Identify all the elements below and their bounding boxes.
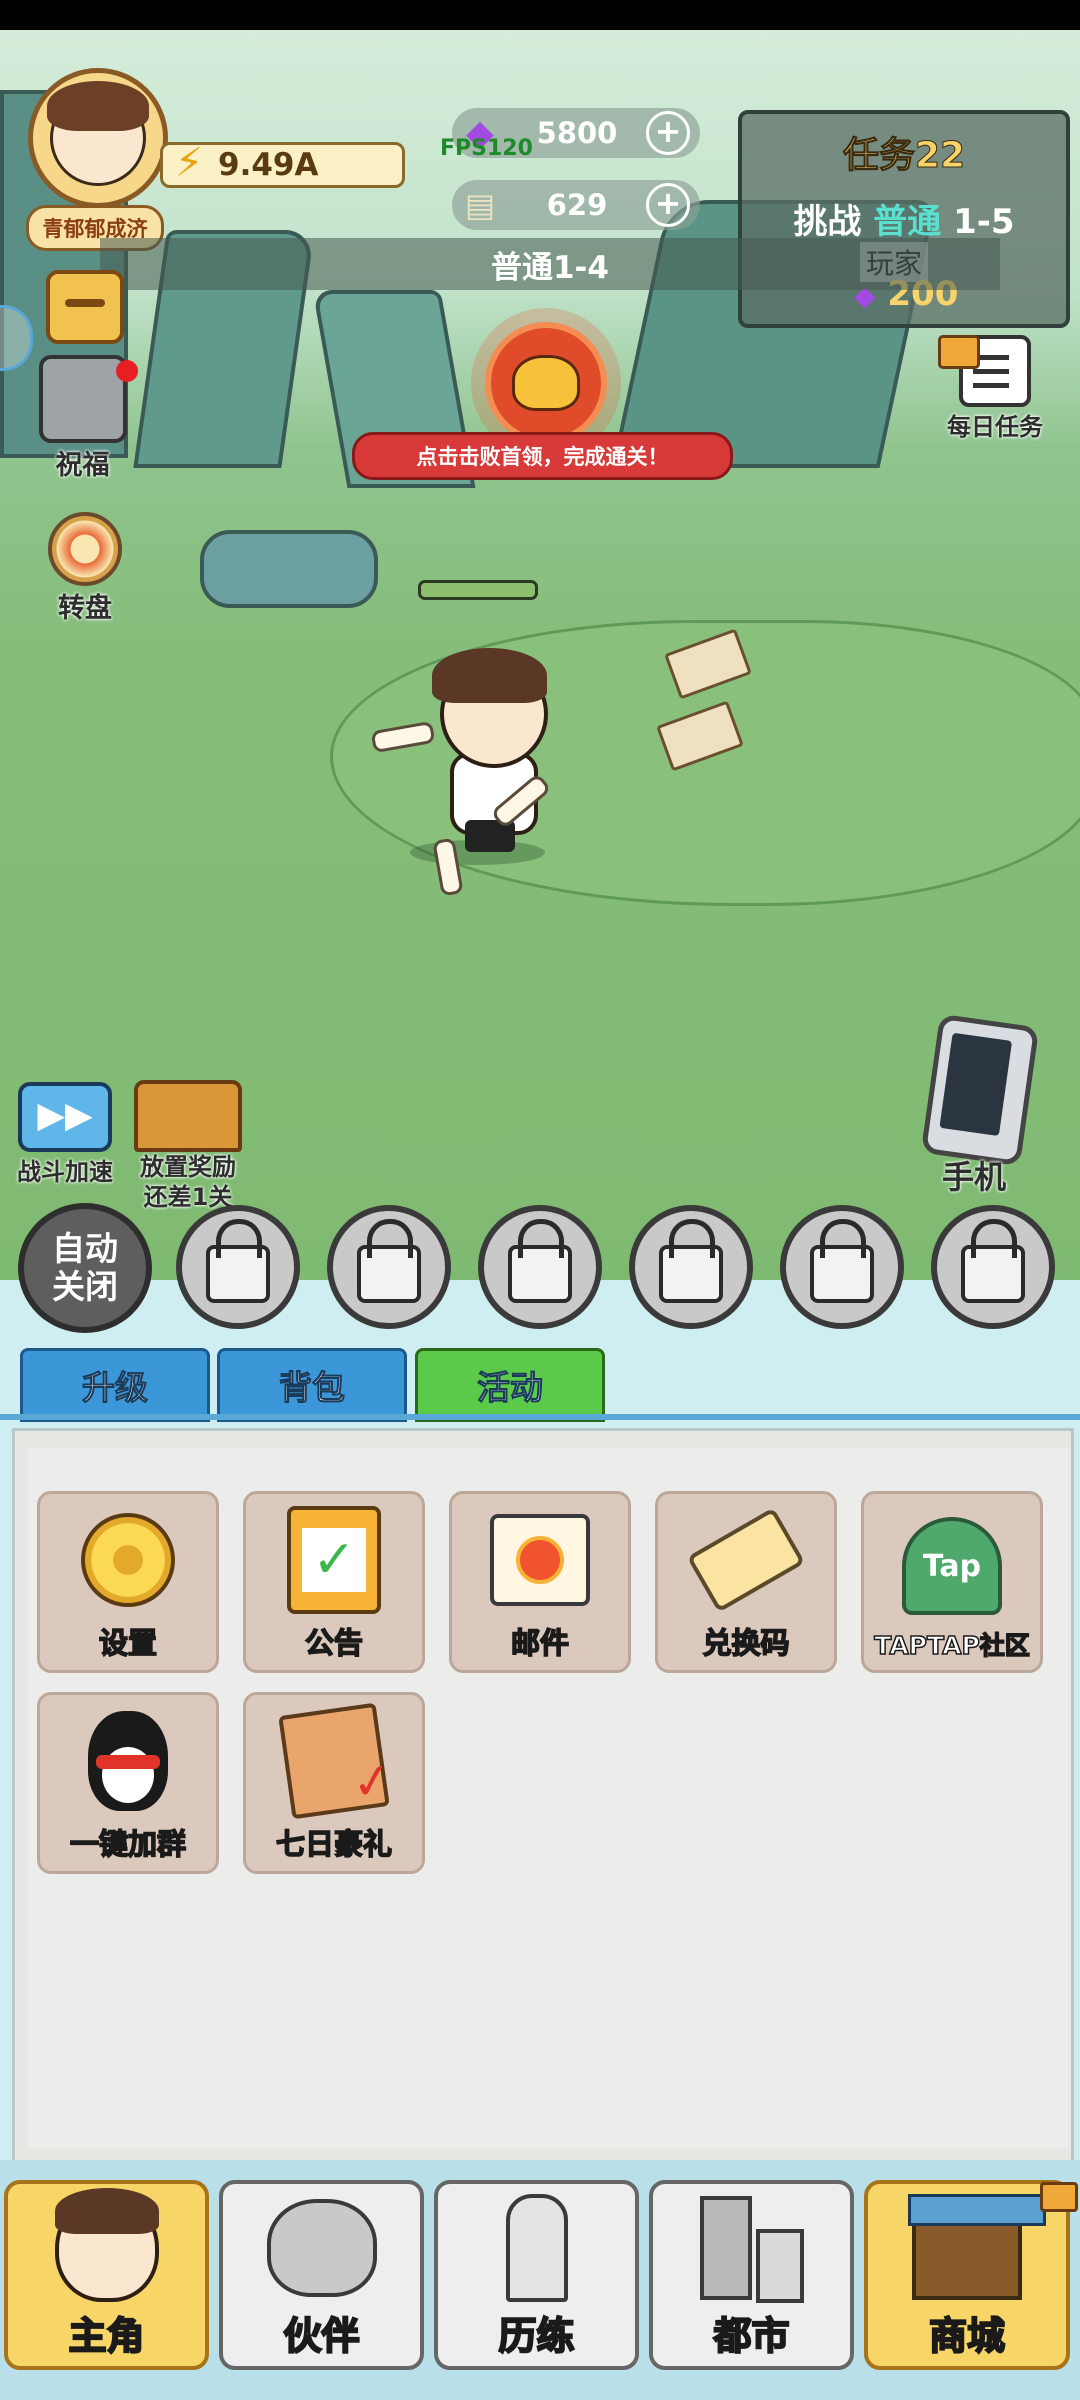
gear-icon — [78, 1510, 178, 1610]
fast-forward-icon: ▶▶ — [18, 1082, 112, 1152]
player-avatar[interactable] — [28, 68, 168, 208]
wheel-icon — [48, 512, 122, 586]
lock-icon — [659, 1219, 723, 1303]
phone-icon[interactable] — [920, 1013, 1040, 1167]
treasure-chest-icon — [134, 1080, 242, 1152]
announcement-button[interactable]: ✓ 公告 — [243, 1491, 425, 1673]
fps-counter: FPS120 — [440, 136, 533, 161]
nav-hero[interactable]: 主角 — [4, 2180, 209, 2370]
cash-count: 629 — [546, 188, 608, 222]
tombstone-icon — [482, 2193, 592, 2303]
hero-face-icon — [52, 2188, 162, 2303]
redeem-code-label: 兑换码 — [702, 1625, 791, 1661]
auto-toggle-button[interactable]: 自动 关闭 — [18, 1203, 152, 1333]
mail-label: 邮件 — [510, 1625, 570, 1661]
lock-icon — [357, 1219, 421, 1303]
cash-resource: ▤ 629 + — [452, 180, 700, 230]
wheel-label: 转盘 — [58, 593, 112, 624]
nav-partner-label: 伙伴 — [282, 2313, 360, 2359]
wheel-button[interactable]: 转盘 — [40, 512, 130, 625]
hero-hair — [432, 648, 547, 703]
nav-shop-label: 商城 — [928, 2313, 1006, 2359]
nav-city-label: 都市 — [712, 2313, 790, 2359]
boss-icon — [512, 355, 580, 411]
status-bar — [0, 0, 1080, 30]
locked-skill-slot[interactable] — [780, 1205, 904, 1329]
video-ad-icon — [1040, 2182, 1078, 2212]
seven-day-gift-label: 七日豪礼 — [275, 1826, 393, 1862]
locked-skill-slot[interactable] — [327, 1205, 451, 1329]
cat-icon — [266, 2193, 377, 2303]
locked-skill-slot[interactable] — [629, 1205, 753, 1329]
idle-reward-button[interactable]: 放置奖励 还差1关 — [128, 1080, 248, 1212]
hero-hp-bar — [418, 580, 538, 600]
shop-stall-icon — [908, 2193, 1046, 2303]
join-group-button[interactable]: 一键加群 — [37, 1692, 219, 1874]
task-challenge: 挑战 普通 1-5 — [793, 202, 1015, 242]
gold-icon: ⚡ — [174, 140, 204, 186]
locked-skill-slot[interactable] — [931, 1205, 1055, 1329]
stage-label: 普通1-4 — [100, 238, 1000, 290]
lock-icon — [508, 1219, 572, 1303]
envelope-icon — [490, 1510, 590, 1610]
idle-reward-line1: 放置奖励 — [140, 1153, 236, 1181]
tab-divider — [0, 1414, 1080, 1420]
nav-hero-label: 主角 — [67, 2313, 145, 2359]
locked-skill-slot[interactable] — [176, 1205, 300, 1329]
taptap-mountain-icon: Tap — [902, 1516, 1002, 1616]
tab-upgrade[interactable]: 升级 — [20, 1348, 210, 1422]
add-gems-button[interactable]: + — [646, 111, 690, 155]
join-group-label: 一键加群 — [69, 1826, 187, 1862]
lock-icon — [961, 1219, 1025, 1303]
penguin-icon — [78, 1711, 178, 1811]
tab-backpack[interactable]: 背包 — [217, 1348, 407, 1422]
cash-icon: ▤ — [464, 186, 496, 224]
blessing-label: 祝福 — [55, 450, 110, 481]
battle-speed-button[interactable]: ▶▶ 战斗加速 — [10, 1082, 120, 1187]
clipboard-check-icon: ✓ — [284, 1506, 384, 1614]
mail-button[interactable]: 邮件 — [449, 1491, 631, 1673]
nav-training-label: 历练 — [497, 2313, 575, 2359]
settings-label: 设置 — [98, 1625, 158, 1661]
rock-decoration — [200, 530, 378, 608]
add-cash-button[interactable]: + — [646, 183, 690, 227]
nav-city[interactable]: 都市 — [649, 2180, 854, 2370]
buildings-icon — [697, 2193, 807, 2303]
locked-skill-slot[interactable] — [478, 1205, 602, 1329]
seven-day-gift-button[interactable]: ✓ 七日豪礼 — [243, 1692, 425, 1874]
boss-banner[interactable]: 点击击败首领，完成通关！ — [352, 432, 733, 480]
lock-icon — [810, 1219, 874, 1303]
video-ad-icon — [938, 335, 980, 369]
scroll-calendar-icon: ✓ — [278, 1702, 396, 1820]
task-title: 任务22 — [842, 135, 966, 177]
announcement-label: 公告 — [304, 1625, 364, 1661]
phone-label: 手机 — [942, 1158, 1007, 1196]
blessing-icon — [38, 355, 127, 443]
collapse-button[interactable] — [46, 270, 124, 344]
task-panel[interactable]: 任务22 挑战 普通 1-5 玩家 ◆ 200 — [738, 110, 1070, 328]
redeem-code-button[interactable]: 兑换码 — [655, 1491, 837, 1673]
nav-training[interactable]: 历练 — [434, 2180, 639, 2370]
lock-icon — [206, 1219, 270, 1303]
notification-dot — [116, 360, 138, 382]
taptap-community-label: TAPTAP社区 — [873, 1630, 1030, 1661]
nav-partner[interactable]: 伙伴 — [219, 2180, 424, 2370]
tab-activity[interactable]: 活动 — [415, 1348, 605, 1422]
battle-speed-label: 战斗加速 — [17, 1158, 113, 1186]
daily-task-label: 每日任务 — [947, 413, 1043, 441]
taptap-community-button[interactable]: Tap TAPTAP社区 — [861, 1491, 1043, 1673]
boss-button[interactable] — [485, 322, 607, 444]
settings-button[interactable]: 设置 — [37, 1491, 219, 1673]
ticket-icon — [686, 1507, 806, 1613]
